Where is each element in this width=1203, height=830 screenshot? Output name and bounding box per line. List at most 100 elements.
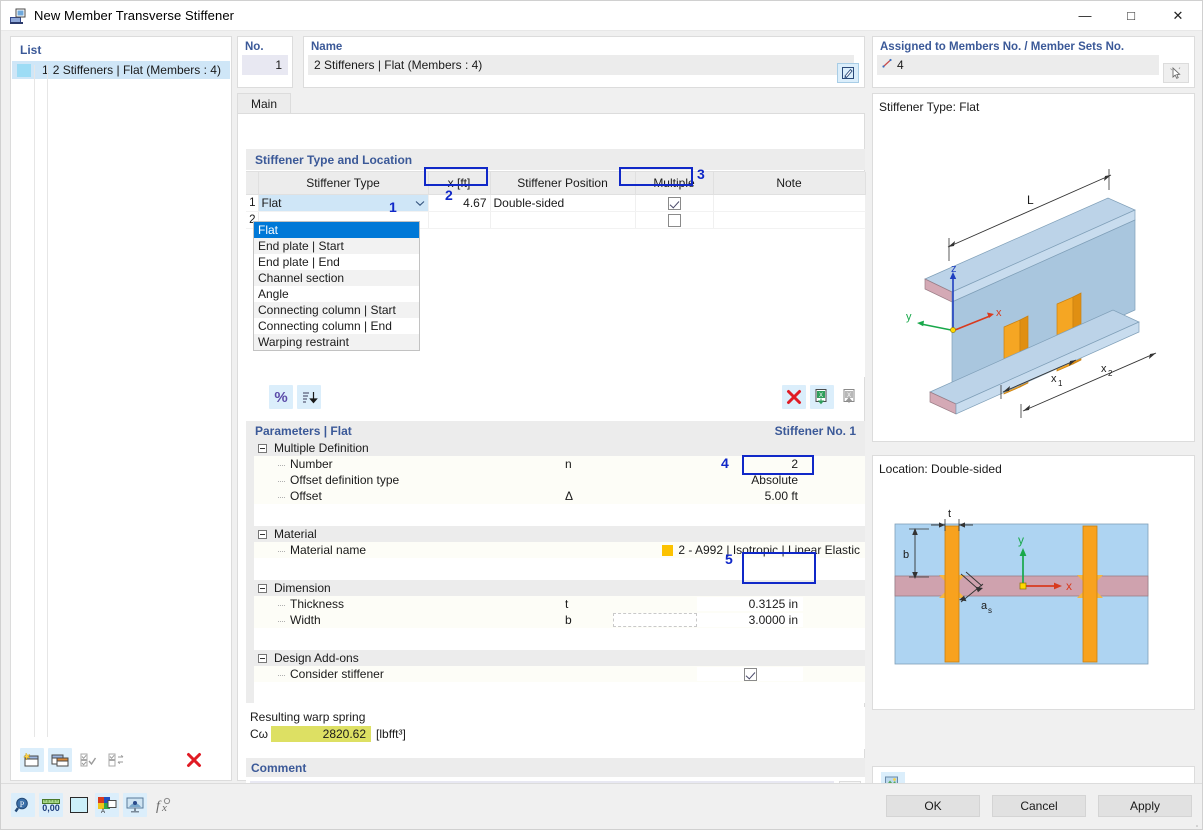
tree-group-multiple-definition[interactable]: Multiple Definition: [246, 440, 865, 456]
excel-export-icon[interactable]: X: [838, 385, 862, 409]
location-caption: Location: Double-sided: [879, 462, 1002, 476]
ok-button[interactable]: OK: [886, 795, 980, 817]
cell-stiffener-position[interactable]: [490, 211, 636, 229]
table-header-position[interactable]: Stiffener Position: [489, 172, 636, 195]
tree-group-dimension[interactable]: Dimension: [246, 580, 865, 596]
dropdown-option-warping-restraint[interactable]: Warping restraint: [254, 334, 419, 350]
maximize-button[interactable]: □: [1108, 1, 1154, 31]
svg-text:0,00: 0,00: [42, 803, 60, 813]
dropdown-option-angle[interactable]: Angle: [254, 286, 419, 302]
name-input[interactable]: 2 Stiffeners | Flat (Members : 4): [308, 55, 854, 75]
excel-import-icon[interactable]: X: [810, 385, 834, 409]
multiple-checkbox[interactable]: [667, 213, 681, 227]
no-input[interactable]: 1: [242, 55, 288, 75]
warp-spring-label: Resulting warp spring: [250, 710, 366, 724]
tree-group-material[interactable]: Material: [246, 526, 865, 542]
tree-row-value[interactable]: 0.3125 in: [697, 597, 803, 611]
table-header-note[interactable]: Note: [712, 172, 866, 195]
dropdown-option-end-plate-end[interactable]: End plate | End: [254, 254, 419, 270]
cell-multiple[interactable]: [635, 194, 714, 212]
material-color-swatch: [662, 544, 674, 556]
tree-row-offset[interactable]: Offset Δ 5.00 ft: [246, 488, 865, 504]
copy-window-icon[interactable]: [48, 747, 72, 772]
cell-multiple[interactable]: [635, 211, 714, 229]
warp-spring-value: 2820.62: [271, 726, 372, 742]
list-panel-header: List: [20, 43, 42, 57]
tab-main[interactable]: Main: [237, 93, 292, 113]
new-window-icon[interactable]: [20, 747, 44, 772]
percent-icon[interactable]: %: [269, 385, 293, 409]
resize-grip[interactable]: [1189, 817, 1199, 827]
collapse-icon[interactable]: [254, 443, 270, 453]
dialog-window: New Member Transverse Stiffener — □ ✕ Li…: [0, 0, 1203, 830]
assigned-value: 4: [897, 58, 904, 72]
units-icon[interactable]: 0,00: [39, 793, 63, 817]
visibility-icon[interactable]: [123, 793, 147, 817]
cell-x[interactable]: 4.67: [428, 194, 491, 212]
sort-descending-icon[interactable]: [297, 385, 321, 409]
label-y-axis-2: y: [1018, 533, 1024, 547]
display-props-icon[interactable]: A: [95, 793, 119, 817]
dropdown-option-channel-section[interactable]: Channel section: [254, 270, 419, 286]
tree-group-label: Dimension: [274, 581, 331, 595]
apply-button[interactable]: Apply: [1098, 795, 1192, 817]
tree-row-consider-stiffener[interactable]: Consider stiffener: [246, 666, 865, 682]
cancel-button[interactable]: Cancel: [992, 795, 1086, 817]
tree-row-value[interactable]: Absolute: [697, 473, 803, 487]
table-header-type[interactable]: Stiffener Type: [257, 172, 429, 195]
cell-note[interactable]: [713, 211, 866, 229]
collapse-icon[interactable]: [254, 529, 270, 539]
close-button[interactable]: ✕: [1154, 1, 1202, 31]
invert-check-icon[interactable]: [104, 748, 128, 772]
tree-row-label: Material name: [270, 543, 662, 557]
bottom-bar: P 0,00 A f x OK Cancel Apply: [1, 783, 1202, 829]
tree-row-width[interactable]: Width b 3.0000 in: [246, 612, 865, 628]
tree-group-design-add-ons[interactable]: Design Add-ons: [246, 650, 865, 666]
list-item[interactable]: 1 2 Stiffeners | Flat (Members : 4): [12, 61, 230, 79]
stiffener-type-dropdown[interactable]: Flat End plate | Start End plate | End C…: [253, 221, 420, 351]
minimize-button[interactable]: —: [1062, 1, 1108, 31]
app-stiffener-icon: [10, 8, 26, 24]
tree-row-label: Offset: [270, 489, 561, 503]
tree-row-thickness[interactable]: Thickness t 0.3125 in: [246, 596, 865, 612]
check-all-icon[interactable]: [76, 748, 100, 772]
bottom-toolbar: P 0,00 A f x: [11, 793, 179, 817]
formula-icon[interactable]: f x: [151, 793, 175, 817]
color-swatch-icon[interactable]: [67, 793, 91, 817]
material-name-value[interactable]: 2 - A992 | Isotropic | Linear Elastic: [678, 543, 860, 557]
dropdown-option-flat[interactable]: Flat: [254, 222, 419, 238]
cell-note[interactable]: [713, 194, 866, 212]
red-x-icon[interactable]: [782, 385, 806, 409]
cell-stiffener-position[interactable]: Double-sided: [490, 194, 636, 212]
chevron-down-icon[interactable]: [415, 196, 425, 210]
tree-row-value[interactable]: 2: [697, 457, 803, 471]
width-input-box[interactable]: [613, 613, 697, 627]
table-row[interactable]: 1 Flat 4.67 Double-sided: [246, 194, 866, 212]
tree-row-number[interactable]: Number n 2: [246, 456, 865, 472]
svg-text:s: s: [988, 606, 992, 615]
name-edit-icon[interactable]: [837, 63, 859, 83]
tree-row-value[interactable]: 3.0000 in: [697, 613, 803, 627]
consider-stiffener-checkbox[interactable]: [743, 668, 757, 682]
tree-row-symbol: t: [565, 597, 569, 611]
pick-in-graphic-icon[interactable]: [1163, 63, 1189, 83]
multiple-checkbox[interactable]: [667, 196, 681, 210]
tree-row-material-name[interactable]: Material name 2 - A992 | Isotropic | Lin…: [246, 542, 865, 558]
table-header-x[interactable]: x [ft]: [427, 172, 491, 195]
assigned-input[interactable]: 4: [877, 55, 1159, 75]
magnifier-icon[interactable]: P: [11, 793, 35, 817]
list-item-label: 2 Stiffeners | Flat (Members : 4): [52, 63, 221, 77]
cell-stiffener-type[interactable]: Flat: [258, 194, 429, 212]
red-x-icon[interactable]: [182, 748, 206, 772]
collapse-icon[interactable]: [254, 653, 270, 663]
dropdown-option-end-plate-start[interactable]: End plate | Start: [254, 238, 419, 254]
label-x-axis-2: x: [1066, 579, 1072, 593]
stiffener-table-toolbar: % X X: [246, 383, 865, 411]
callout-2: 2: [445, 187, 453, 203]
dropdown-option-connecting-column-end[interactable]: Connecting column | End: [254, 318, 419, 334]
dropdown-option-connecting-column-start[interactable]: Connecting column | Start: [254, 302, 419, 318]
collapse-icon[interactable]: [254, 583, 270, 593]
tree-row-offset-definition-type[interactable]: Offset definition type Absolute: [246, 472, 865, 488]
cell-x[interactable]: [428, 211, 491, 229]
tree-row-value[interactable]: 5.00 ft: [697, 489, 803, 503]
